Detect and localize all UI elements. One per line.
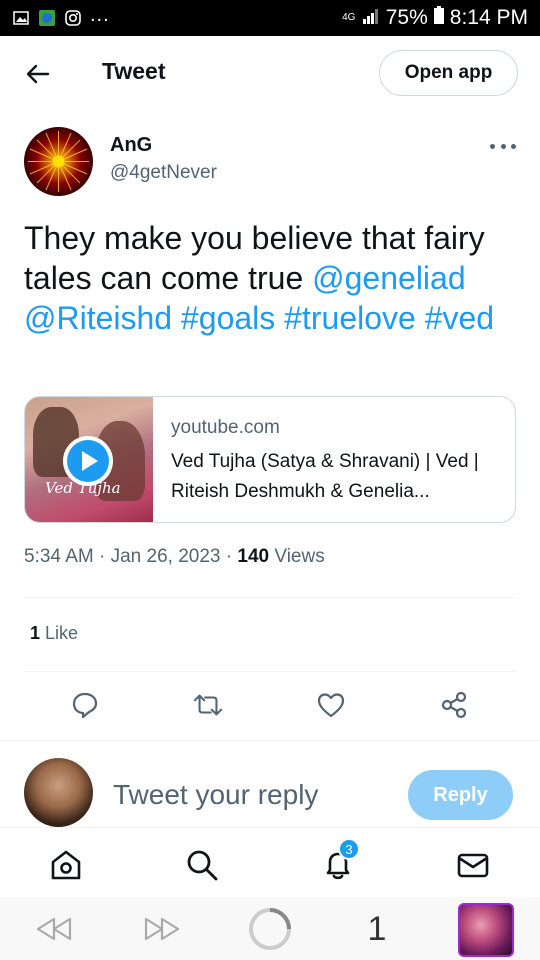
tweet-date: Jan 26, 2023 <box>110 546 221 567</box>
back-arrow-icon[interactable] <box>24 60 52 88</box>
user-avatar[interactable] <box>24 758 93 827</box>
link-preview-card[interactable]: Ved Tujha youtube.com Ved Tujha (Satya &… <box>24 396 516 523</box>
signal-icon <box>362 6 380 30</box>
play-icon[interactable] <box>63 436 113 486</box>
instagram-icon <box>64 9 82 27</box>
reply-input[interactable]: Tweet your reply <box>113 779 318 811</box>
tweet-meta: 5:34 AM · Jan 26, 2023 · 140 Views <box>24 546 325 567</box>
like-heart-icon[interactable] <box>316 690 346 720</box>
likes-summary[interactable]: 1 Like <box>30 623 78 644</box>
page-title: Tweet <box>102 58 166 84</box>
views-label: Views <box>274 546 325 567</box>
home-icon[interactable] <box>48 847 84 883</box>
browser-tab-thumbnail[interactable] <box>458 903 514 957</box>
browser-tab-count[interactable]: 1 <box>360 909 394 949</box>
tweet-text: They make you believe that fairy tales c… <box>24 218 520 338</box>
retweet-icon[interactable] <box>193 690 223 720</box>
browser-loading-icon[interactable] <box>248 908 292 950</box>
video-thumbnail[interactable]: Ved Tujha <box>25 397 153 522</box>
top-header: Tweet Open app <box>0 36 540 110</box>
card-title: Ved Tujha (Satya & Shravani) | Ved | Rit… <box>171 451 479 502</box>
author-name[interactable]: AnG <box>110 134 152 157</box>
battery-percent: 75% <box>385 6 428 29</box>
open-app-button[interactable]: Open app <box>379 50 518 96</box>
divider <box>24 671 516 672</box>
tweet-actions <box>0 686 540 726</box>
mention-link[interactable]: @geneliad <box>312 260 465 296</box>
tweet-time: 5:34 AM <box>24 546 94 567</box>
hashtag-link[interactable]: #ved <box>425 300 494 336</box>
author-handle[interactable]: @4getNever <box>110 162 217 184</box>
battery-icon <box>433 6 444 30</box>
divider <box>24 597 516 598</box>
reply-icon[interactable] <box>70 690 100 720</box>
likes-label: Like <box>45 623 79 643</box>
browser-back-icon[interactable] <box>32 909 76 949</box>
browser-forward-icon[interactable] <box>140 909 184 949</box>
notification-badge: 3 <box>338 838 360 860</box>
clock: 8:14 PM <box>449 6 528 29</box>
card-domain: youtube.com <box>171 417 280 438</box>
bottom-navigation: 3 <box>0 829 540 897</box>
search-icon[interactable] <box>184 847 220 883</box>
hashtag-link[interactable]: #truelove <box>284 300 416 336</box>
app-notification-icon <box>38 9 56 27</box>
views-count: 140 <box>237 546 270 567</box>
share-icon[interactable] <box>439 690 469 720</box>
status-bar: ... 4G 75% 8:14 PM <box>0 0 540 36</box>
network-type: 4G <box>342 12 356 23</box>
browser-toolbar: 1 <box>0 897 540 960</box>
reply-composer: Tweet your reply Reply <box>0 740 540 828</box>
status-overflow: ... <box>90 4 110 26</box>
reply-button[interactable]: Reply <box>408 770 513 820</box>
messages-icon[interactable] <box>455 847 491 883</box>
author-avatar[interactable] <box>24 127 93 196</box>
more-options-icon[interactable] <box>490 136 516 156</box>
gallery-icon <box>12 9 30 27</box>
likes-count: 1 <box>30 623 41 643</box>
hashtag-link[interactable]: #goals <box>181 300 275 336</box>
mention-link[interactable]: @Riteishd <box>24 300 172 336</box>
